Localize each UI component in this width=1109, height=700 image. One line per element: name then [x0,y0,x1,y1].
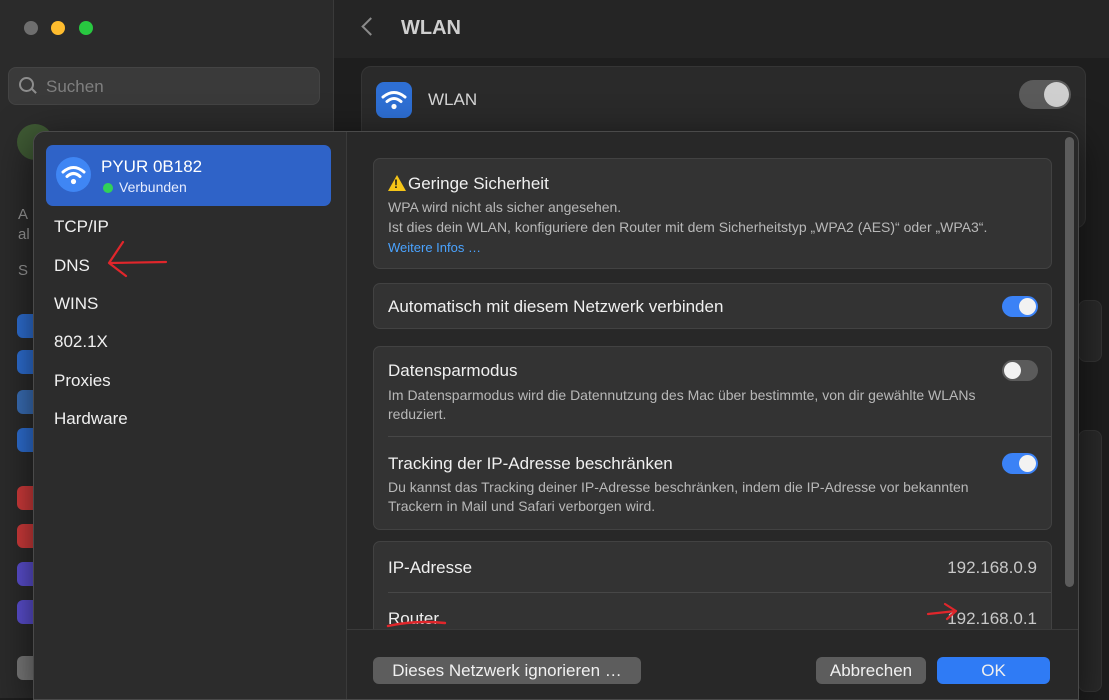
minimize-window-button[interactable] [51,21,65,35]
wlan-toggle[interactable] [1019,80,1071,109]
divider [388,436,1051,437]
ip-address-value: 192.168.0.9 [947,558,1037,577]
network-status: Verbunden [119,179,187,195]
red-arrow-annotation [107,240,168,278]
security-warning-title: Geringe Sicherheit [388,174,549,194]
auto-join-group: Automatisch mit diesem Netzwerk verbinde… [373,283,1052,329]
wifi-icon [56,157,91,192]
sidebar-item-hardware[interactable]: Hardware [54,409,128,429]
search-icon [19,77,34,92]
ip-tracking-label: Tracking der IP-Adresse beschränken [388,454,673,473]
ip-tracking-toggle[interactable] [1002,453,1038,474]
settings-card [1078,300,1102,362]
details-content: Geringe Sicherheit WPA wird nicht als si… [347,132,1078,629]
sidebar-item-wins[interactable]: WINS [54,294,98,314]
partial-sidebar-text: A [18,206,29,223]
details-sidebar: PYUR 0B182 Verbunden TCP/IP DNS WINS 802… [34,132,347,699]
auto-join-toggle[interactable] [1002,296,1038,317]
sidebar-item-proxies[interactable]: Proxies [54,371,111,391]
low-data-label: Datensparmodus [388,361,518,380]
security-warning-line: WPA wird nicht als sicher angesehen. [388,199,622,215]
zoom-window-button[interactable] [79,21,93,35]
cancel-button[interactable]: Abbrechen [816,657,926,684]
wifi-icon [376,82,412,118]
sidebar-item-8021x[interactable]: 802.1X [54,332,108,352]
low-data-toggle[interactable] [1002,360,1038,381]
auto-join-label: Automatisch mit diesem Netzwerk verbinde… [388,297,724,316]
forget-network-button[interactable]: Dieses Netzwerk ignorieren … [373,657,641,684]
partial-sidebar-text: S [18,262,29,279]
red-arrow-annotation [926,602,958,621]
sidebar-search-field[interactable]: Suchen [8,67,320,105]
more-info-link[interactable]: Weitere Infos … [388,240,481,255]
close-window-button[interactable] [24,21,38,35]
content-scrollbar[interactable] [1062,132,1078,629]
wlan-label: WLAN [428,90,478,109]
ip-address-label: IP-Adresse [388,558,473,577]
search-placeholder: Suchen [46,77,104,96]
partial-sidebar-text: al [18,226,30,243]
sidebar-item-dns[interactable]: DNS [54,256,90,276]
warning-icon [388,175,406,191]
low-data-description: Im Datensparmodus wird die Datennutzung … [388,387,976,422]
privacy-options-group: Datensparmodus Im Datensparmodus wird di… [373,346,1052,530]
network-name: PYUR 0B182 [101,157,203,176]
network-details-sheet: PYUR 0B182 Verbunden TCP/IP DNS WINS 802… [33,131,1079,700]
security-warning-group: Geringe Sicherheit WPA wird nicht als si… [373,158,1052,269]
connected-status-dot [103,183,113,193]
scrollbar-thumb[interactable] [1065,137,1074,587]
divider [388,592,1051,593]
page-title: WLAN [401,17,461,39]
red-underline-annotation [386,620,447,628]
security-warning-line: Ist dies dein WLAN, konfiguriere den Rou… [388,219,988,235]
sheet-footer: Dieses Netzwerk ignorieren … Abbrechen O… [347,629,1078,699]
ok-button[interactable]: OK [937,657,1050,684]
sidebar-item-tcpip[interactable]: TCP/IP [54,217,109,237]
ip-tracking-description: Du kannst das Tracking deiner IP-Adresse… [388,479,969,514]
sidebar-item-network[interactable]: PYUR 0B182 Verbunden [46,145,331,206]
settings-card [1078,430,1102,692]
